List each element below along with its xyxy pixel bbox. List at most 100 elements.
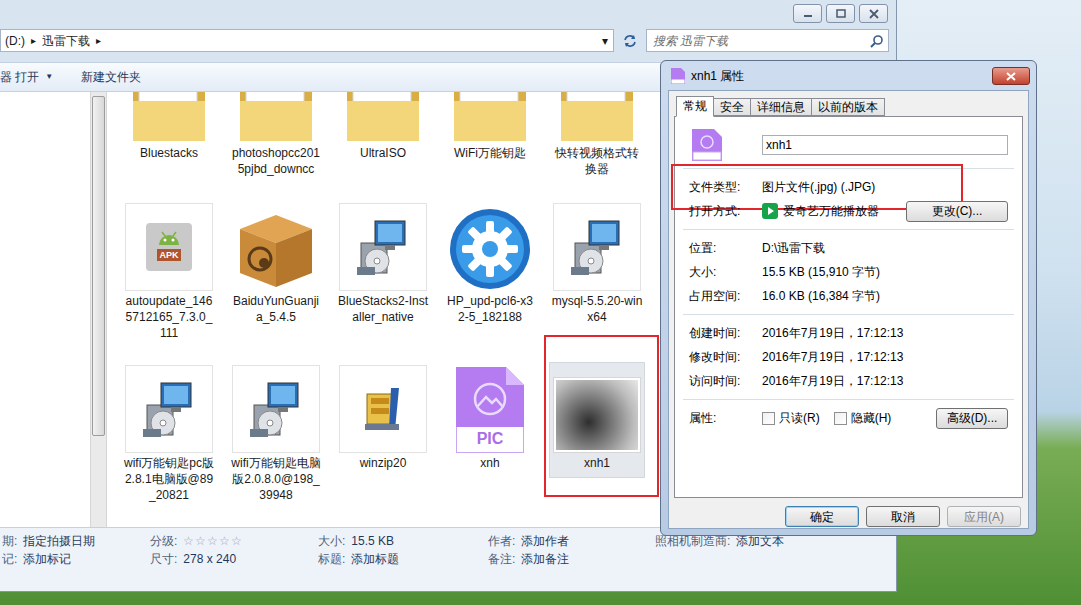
- button[interactable]: 高级(D)...: [936, 408, 1008, 429]
- file-name: 快转视频格式转换器: [551, 145, 643, 177]
- property-value: 图片文件(.jpg) (.JPG): [762, 178, 875, 196]
- tab[interactable]: 常规: [676, 96, 714, 117]
- picture-file-icon: PIC: [456, 367, 524, 453]
- property-value: 2016年7月19日，17:12:13: [762, 324, 903, 342]
- separator: [683, 168, 1014, 169]
- file-item[interactable]: wifi万能钥匙电脑版2.0.8.0@198_39948: [228, 362, 324, 510]
- detail-field[interactable]: 期:指定拍摄日期: [2, 534, 150, 549]
- file-item[interactable]: BaiduYunGuanjia_5.4.5: [228, 200, 324, 332]
- detail-field[interactable]: 记:添加标记: [2, 552, 150, 567]
- breadcrumb-separator[interactable]: ▸: [31, 33, 36, 48]
- file-item[interactable]: wifi万能钥匙pc版2.8.1电脑版@89_20821: [121, 362, 217, 510]
- detail-field[interactable]: 大小:15.5 KB: [318, 534, 488, 549]
- installer-icon: [232, 365, 320, 453]
- property-row: 文件类型:图片文件(.jpg) (.JPG): [689, 175, 1008, 199]
- property-row: 访问时间:2016年7月19日，17:12:13: [689, 369, 1008, 393]
- checkbox[interactable]: 隐藏(H): [834, 409, 892, 427]
- folder-icon: [345, 92, 421, 143]
- property-value: D:\迅雷下载: [762, 239, 825, 257]
- detail-field[interactable]: 标题:添加标题: [318, 552, 488, 567]
- toolbar-button[interactable]: 器 打开▼: [0, 68, 53, 86]
- property-row: 创建时间:2016年7月19日，17:12:13: [689, 321, 1008, 345]
- button[interactable]: 确定: [785, 506, 859, 527]
- checkbox[interactable]: 只读(R): [762, 409, 820, 427]
- package-box-icon: [234, 207, 318, 291]
- scrollbar[interactable]: [90, 92, 107, 527]
- property-row: 大小:15.5 KB (15,910 字节): [689, 260, 1008, 284]
- tab-panel: xnh1 文件类型:图片文件(.jpg) (.JPG)打开方式:爱奇艺万能播放器更…: [674, 116, 1023, 498]
- close-icon: [1006, 72, 1016, 81]
- search-box[interactable]: 搜索 迅雷下载: [646, 29, 889, 52]
- detail-field[interactable]: 分级:☆☆☆☆☆: [150, 534, 318, 549]
- star-rating[interactable]: ☆☆☆☆☆: [183, 534, 242, 549]
- close-icon: [868, 9, 880, 19]
- file-item[interactable]: xnh1: [549, 362, 645, 478]
- property-row: 占用空间:16.0 KB (16,384 字节): [689, 284, 1008, 308]
- winzip-icon: [339, 365, 427, 453]
- file-name: autoupdate_1465712165_7.3.0_111: [123, 293, 215, 341]
- file-item[interactable]: winzip20: [335, 362, 431, 478]
- refresh-button[interactable]: [619, 29, 641, 52]
- property-row: 修改时间:2016年7月19日，17:12:13: [689, 345, 1008, 369]
- property-value: 2016年7月19日，17:12:13: [762, 372, 903, 390]
- tab[interactable]: 详细信息: [750, 98, 812, 116]
- file-item[interactable]: APKautoupdate_1465712165_7.3.0_111: [121, 200, 217, 348]
- app-icon: [762, 203, 778, 219]
- apk-icon: APK: [125, 203, 213, 291]
- toolbar-button[interactable]: 新建文件夹: [81, 68, 141, 86]
- file-item[interactable]: BlueStacks2-Installer_native: [335, 200, 431, 332]
- file-name-field[interactable]: xnh1: [762, 135, 1008, 155]
- file-item[interactable]: HP_upd-pcl6-x32-5_182188: [442, 200, 538, 332]
- file-name: HP_upd-pcl6-x32-5_182188: [444, 293, 536, 325]
- address-bar[interactable]: (D:) ▸ 迅雷下载 ▸ ▾: [0, 29, 614, 52]
- file-name: xnh: [444, 455, 536, 471]
- breadcrumb-separator[interactable]: ▸: [96, 33, 101, 48]
- properties-dialog: xnh1 属性常规安全详细信息以前的版本 xnh1 文件类型:图片文件(.jpg) …: [660, 60, 1037, 536]
- breadcrumb[interactable]: (D:): [5, 32, 25, 50]
- navigation-pane: [0, 92, 90, 527]
- file-name: wifi万能钥匙电脑版2.0.8.0@198_39948: [230, 455, 322, 503]
- detail-field[interactable]: 照相机制造商:添加文本: [655, 534, 896, 549]
- dialog-title-bar: xnh1 属性: [661, 61, 1036, 90]
- minimize-button[interactable]: [793, 4, 822, 23]
- property-row: 打开方式:爱奇艺万能播放器更改(C)...: [689, 199, 1008, 223]
- separator: [683, 229, 1014, 230]
- installer-icon: [553, 203, 641, 291]
- property-value: 2016年7月19日，17:12:13: [762, 348, 903, 366]
- annotation-box: [544, 335, 659, 497]
- folder-icon: [559, 92, 635, 143]
- file-name: Bluestacks: [123, 145, 215, 161]
- close-button[interactable]: [859, 4, 888, 23]
- folder-icon: [238, 92, 314, 143]
- gear-icon: [448, 207, 532, 291]
- maximize-icon: [835, 9, 847, 19]
- detail-field[interactable]: 作者:添加作者: [488, 534, 655, 549]
- file-name: winzip20: [337, 455, 429, 471]
- tab[interactable]: 安全: [713, 98, 751, 116]
- file-item[interactable]: 快转视频格式转换器: [549, 92, 645, 184]
- file-item[interactable]: mysql-5.5.20-winx64: [549, 200, 645, 332]
- picture-file-icon: [671, 68, 685, 84]
- button[interactable]: 更改(C)...: [906, 201, 1008, 222]
- file-item[interactable]: WiFi万能钥匙: [442, 92, 538, 168]
- detail-field[interactable]: 备注:添加备注: [488, 552, 655, 567]
- folder-icon: [452, 92, 528, 143]
- address-dropdown[interactable]: ▾: [597, 32, 613, 50]
- file-item[interactable]: photoshopcc2015pjbd_downcc: [228, 92, 324, 184]
- maximize-button[interactable]: [826, 4, 855, 23]
- detail-field[interactable]: 尺寸:278 x 240: [150, 552, 318, 567]
- tab[interactable]: 以前的版本: [811, 98, 885, 116]
- file-item[interactable]: Bluestacks: [121, 92, 217, 168]
- refresh-icon: [622, 34, 638, 48]
- file-name: BlueStacks2-Installer_native: [337, 293, 429, 325]
- file-item[interactable]: PIC xnh: [442, 362, 538, 478]
- file-item[interactable]: UltraISO: [335, 92, 431, 168]
- file-name: UltraISO: [337, 145, 429, 161]
- installer-icon: [125, 365, 213, 453]
- file-name: mysql-5.5.20-winx64: [551, 293, 643, 325]
- file-name: wifi万能钥匙pc版2.8.1电脑版@89_20821: [123, 455, 215, 503]
- photo-thumbnail: [553, 377, 641, 453]
- button[interactable]: 取消: [866, 506, 940, 527]
- breadcrumb[interactable]: 迅雷下载: [42, 32, 90, 50]
- close-button[interactable]: [992, 67, 1030, 85]
